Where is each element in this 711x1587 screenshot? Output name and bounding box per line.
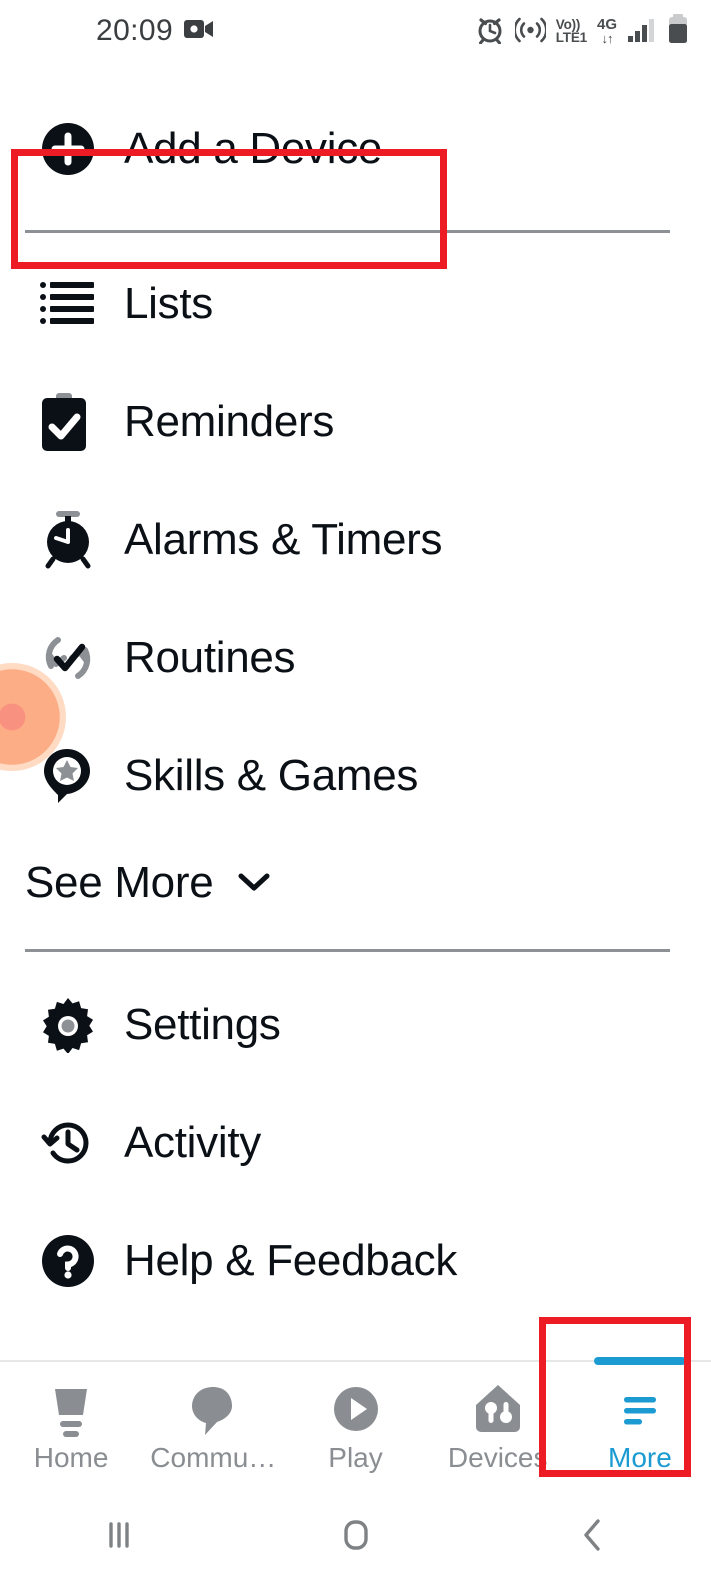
menu-item-label: Settings — [124, 1000, 281, 1049]
menu-item-label: Help & Feedback — [124, 1236, 458, 1285]
clipboard-check-icon — [40, 393, 104, 451]
back-chevron-icon — [573, 1514, 613, 1561]
status-bar-clock: 20:09 — [96, 14, 174, 47]
menu-item-label: Routines — [124, 633, 296, 682]
menu-item-label: Add a Device — [124, 124, 383, 173]
menu-item-alarms-and-timers[interactable]: Alarms & Timers — [0, 481, 711, 599]
menu-item-activity[interactable]: Activity — [0, 1084, 711, 1202]
menu-item-label: Skills & Games — [124, 751, 419, 800]
alarm-clock-icon — [40, 511, 104, 569]
chat-bubble-icon — [184, 1378, 242, 1440]
signal-bars-icon — [627, 15, 657, 48]
tab-devices[interactable]: Devices — [427, 1362, 569, 1488]
tab-play[interactable]: Play — [284, 1362, 426, 1488]
recents-button[interactable] — [0, 1515, 237, 1560]
phone-screen: 20:09 Vo)) LTE1 4G ↓↑ Add a Device Lists… — [0, 0, 711, 1587]
menu-item-lists[interactable]: Lists — [0, 245, 711, 363]
hamburger-menu-icon — [611, 1378, 669, 1440]
tab-more[interactable]: More — [569, 1357, 711, 1488]
menu-item-routines[interactable]: Routines — [0, 599, 711, 717]
hotspot-icon — [513, 14, 548, 49]
status-bar: 20:09 Vo)) LTE1 4G ↓↑ — [0, 0, 711, 62]
chevron-down-icon — [235, 869, 273, 898]
menu-item-settings[interactable]: Settings — [0, 966, 711, 1084]
network-generation-label: 4G — [596, 16, 617, 33]
menu-item-label: Activity — [124, 1118, 261, 1167]
question-circle-icon — [40, 1233, 104, 1289]
see-more-label: See More — [25, 858, 214, 907]
network-4g-icon: 4G ↓↑ — [597, 17, 617, 45]
active-tab-indicator — [593, 1357, 686, 1365]
video-camera-icon — [184, 18, 214, 45]
menu-item-reminders[interactable]: Reminders — [0, 363, 711, 481]
house-devices-icon — [469, 1378, 527, 1440]
echo-speaker-icon — [42, 1378, 100, 1440]
volte-bottom-label: LTE1 — [555, 30, 587, 45]
menu-item-skills-and-games[interactable]: Skills & Games — [0, 717, 711, 835]
play-circle-icon — [327, 1378, 385, 1440]
battery-icon — [667, 13, 689, 49]
back-button[interactable] — [474, 1514, 711, 1561]
bottom-navigation-bar: Home Commu… Play Devices More — [0, 1357, 711, 1488]
gear-icon — [40, 997, 104, 1053]
tab-label: Home — [33, 1442, 109, 1473]
recents-icon — [99, 1515, 139, 1560]
tab-label: Commu… — [150, 1442, 277, 1473]
android-navigation-bar — [0, 1488, 711, 1587]
list-icon — [40, 279, 104, 329]
volte-icon: Vo)) LTE1 — [555, 16, 587, 45]
more-menu-list: Add a Device Lists Reminders Alarms & Ti… — [0, 62, 711, 1320]
history-clock-icon — [40, 1115, 104, 1171]
see-more-toggle[interactable]: See More — [0, 835, 711, 931]
tab-communicate[interactable]: Commu… — [142, 1362, 284, 1488]
volte-top-label: Vo)) — [555, 16, 581, 32]
menu-item-help-and-feedback[interactable]: Help & Feedback — [0, 1202, 711, 1320]
home-square-icon — [334, 1513, 378, 1562]
menu-item-label: Alarms & Timers — [124, 515, 443, 564]
menu-item-label: Lists — [124, 279, 213, 328]
tab-label: Devices — [447, 1442, 548, 1473]
tab-home[interactable]: Home — [0, 1362, 142, 1488]
divider-bottom — [25, 949, 670, 952]
data-arrows-label: ↓↑ — [601, 31, 613, 46]
divider-top — [25, 230, 670, 233]
plus-circle-icon — [40, 121, 104, 177]
home-button[interactable] — [237, 1513, 474, 1562]
status-bar-right: Vo)) LTE1 4G ↓↑ — [475, 13, 689, 49]
tab-label: Play — [328, 1442, 383, 1473]
menu-item-add-a-device[interactable]: Add a Device — [0, 90, 711, 208]
alarm-icon — [475, 14, 505, 49]
tab-label: More — [608, 1442, 672, 1473]
menu-item-label: Reminders — [124, 397, 335, 446]
status-bar-left: 20:09 — [96, 14, 214, 48]
